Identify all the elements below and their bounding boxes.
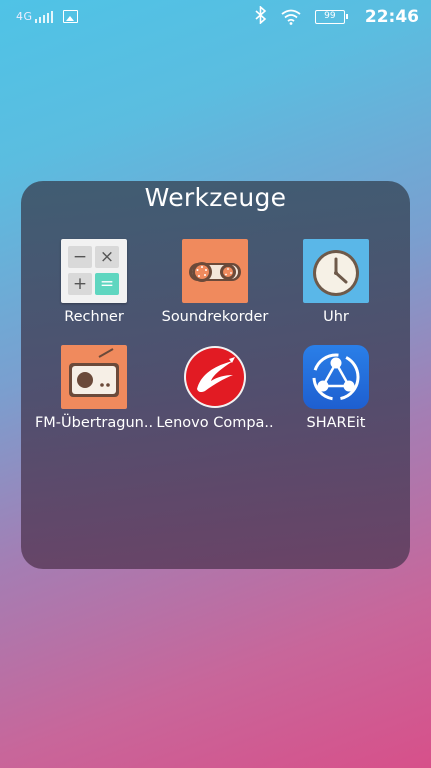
app-label: FM-Übertragun.. (34, 415, 154, 431)
app-label: Lenovo Compa.. (156, 415, 274, 431)
status-bar-left: 4G (16, 10, 78, 23)
status-bar-right: 99 22:46 (255, 5, 419, 28)
app-label: Uhr (323, 309, 349, 325)
app-uhr[interactable]: Uhr (271, 239, 401, 325)
clock-time: 22:46 (364, 7, 419, 27)
bluetooth-icon (255, 5, 267, 28)
app-rechner[interactable]: − × + = Rechner (29, 239, 159, 325)
app-shareit[interactable]: SHAREit (271, 345, 401, 431)
calculator-icon: − × + = (61, 239, 127, 303)
wifi-icon (281, 9, 301, 25)
status-bar: 4G 99 22:46 (0, 0, 431, 34)
battery-icon: 99 (314, 10, 348, 24)
app-fm-uebertragung[interactable]: FM-Übertragun.. (29, 345, 159, 431)
app-lenovo-companion[interactable]: Lenovo Compa.. (150, 345, 280, 431)
app-folder: Werkzeuge − × + = Rechner Soundrekorder … (21, 181, 410, 569)
gallery-notification-icon (62, 10, 78, 23)
lenovo-companion-icon (182, 345, 248, 409)
app-label: Rechner (64, 309, 124, 325)
app-soundrekorder[interactable]: Soundrekorder (150, 239, 280, 325)
folder-title[interactable]: Werkzeuge (21, 183, 410, 212)
fm-radio-icon (61, 345, 127, 409)
shareit-icon (303, 345, 369, 409)
app-label: Soundrekorder (161, 309, 269, 325)
app-label: SHAREit (306, 415, 366, 431)
battery-level: 99 (324, 11, 336, 21)
clock-icon (303, 239, 369, 303)
network-type-label: 4G (16, 10, 33, 23)
network-indicator: 4G (16, 10, 53, 23)
signal-strength-icon (34, 11, 53, 23)
sound-recorder-icon (182, 239, 248, 303)
